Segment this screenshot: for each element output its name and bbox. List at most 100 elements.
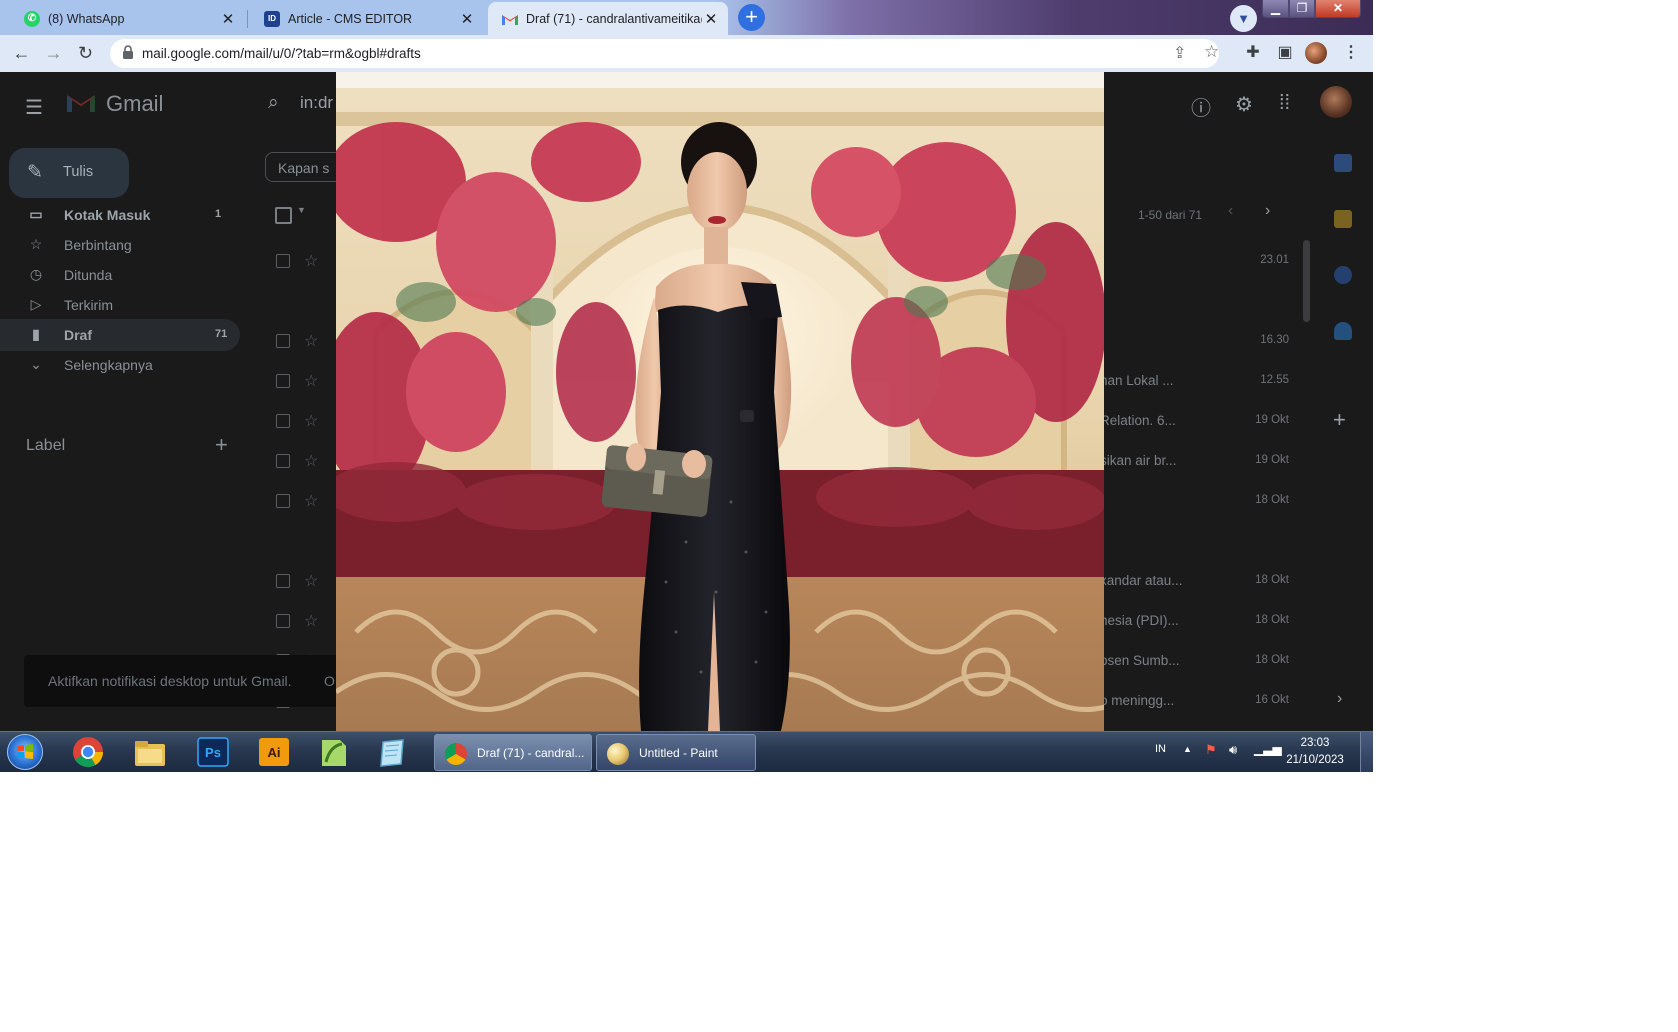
- draft-count: 71: [215, 328, 228, 340]
- star-icon[interactable]: ☆: [304, 451, 318, 471]
- image-preview[interactable]: [336, 72, 1104, 731]
- tab-whatsapp[interactable]: ✆ (8) WhatsApp ✕: [10, 2, 245, 35]
- row-snippet: Relation. 6...: [1100, 413, 1176, 428]
- search-icon[interactable]: ⌕: [268, 92, 279, 114]
- list-scrollbar[interactable]: [1303, 240, 1310, 322]
- desktop-screen: ✆ (8) WhatsApp ✕ ID Article - CMS EDITOR…: [0, 0, 1373, 772]
- star-icon[interactable]: ☆: [304, 491, 318, 511]
- next-page-icon[interactable]: ›: [1265, 202, 1270, 220]
- reload-icon[interactable]: ↻: [72, 40, 99, 67]
- clock-date[interactable]: 21/10/2023: [1280, 754, 1350, 766]
- sidebar-item-drafts[interactable]: ▮ Draf 71: [0, 319, 240, 351]
- taskbar-window-chrome[interactable]: Draf (71) - candral...: [434, 734, 592, 771]
- row-date: 19 Okt: [1255, 454, 1289, 466]
- row-snippet: sikan air br...: [1100, 453, 1177, 468]
- sidebar-item-snoozed[interactable]: ◷ Ditunda: [0, 259, 240, 291]
- sidebar-item-more[interactable]: ⌄ Selengkapnya: [0, 349, 240, 381]
- expand-panel-icon[interactable]: ›: [1337, 690, 1342, 708]
- star-icon[interactable]: ☆: [304, 251, 318, 271]
- input-language-indicator[interactable]: IN: [1155, 743, 1166, 755]
- add-addon-icon[interactable]: +: [1333, 407, 1346, 433]
- new-tab-button[interactable]: +: [738, 4, 765, 31]
- network-signal-icon[interactable]: ▁▃▅: [1254, 742, 1282, 756]
- row-checkbox[interactable]: [276, 334, 290, 348]
- tab-search-chevron-icon[interactable]: ▼: [1230, 5, 1257, 32]
- compose-button[interactable]: ✎ Tulis: [9, 148, 129, 198]
- clock-time[interactable]: 23:03: [1290, 737, 1340, 749]
- show-hidden-icons-icon[interactable]: ▲: [1183, 744, 1192, 754]
- help-icon[interactable]: ⓘ: [1191, 92, 1211, 121]
- side-panel-icon[interactable]: ▣: [1273, 41, 1297, 65]
- show-desktop-button[interactable]: [1360, 732, 1373, 772]
- file-explorer-icon[interactable]: [133, 736, 167, 768]
- star-icon[interactable]: ☆: [304, 411, 318, 431]
- restore-button[interactable]: ❐: [1289, 0, 1315, 18]
- sidebar-item-label: Selengkapnya: [64, 357, 153, 373]
- notepad-plus-icon[interactable]: [316, 736, 350, 768]
- bookmark-star-icon[interactable]: ☆: [1204, 42, 1219, 62]
- close-tab-icon[interactable]: ✕: [458, 10, 476, 28]
- settings-gear-icon[interactable]: ⚙: [1235, 92, 1253, 117]
- minimize-button[interactable]: ▁: [1262, 0, 1289, 18]
- taskbar-window-label: Untitled - Paint: [639, 746, 718, 760]
- tasks-icon[interactable]: [1334, 266, 1352, 284]
- filter-chip[interactable]: Kapan s: [265, 152, 345, 182]
- select-all-checkbox[interactable]: [275, 207, 292, 224]
- sidebar-item-starred[interactable]: ☆ Berbintang: [0, 229, 240, 261]
- account-avatar[interactable]: [1320, 86, 1352, 118]
- search-input[interactable]: in:dr: [300, 93, 333, 113]
- row-checkbox[interactable]: [276, 574, 290, 588]
- previous-page-icon[interactable]: ‹: [1228, 202, 1233, 220]
- row-date: 23.01: [1260, 254, 1289, 266]
- calendar-icon[interactable]: [1334, 154, 1352, 172]
- profile-avatar[interactable]: [1305, 42, 1327, 64]
- close-tab-icon[interactable]: ✕: [702, 10, 720, 28]
- sidebar-item-sent[interactable]: ▷ Terkirim: [0, 289, 240, 321]
- action-center-flag-icon[interactable]: ⚑: [1205, 742, 1217, 758]
- row-checkbox[interactable]: [276, 494, 290, 508]
- row-checkbox[interactable]: [276, 614, 290, 628]
- row-checkbox[interactable]: [276, 254, 290, 268]
- add-label-icon[interactable]: +: [215, 432, 228, 458]
- back-arrow-icon[interactable]: ←: [8, 40, 35, 67]
- sidebar-item-inbox[interactable]: ▭ Kotak Masuk 1: [0, 199, 240, 231]
- share-icon[interactable]: ⇪: [1173, 43, 1186, 63]
- row-checkbox[interactable]: [276, 414, 290, 428]
- row-date: 18 Okt: [1255, 574, 1289, 586]
- windows-taskbar: Ps Ai Draf (71) - candral... Untitled - …: [0, 731, 1373, 772]
- star-icon[interactable]: ☆: [304, 611, 318, 631]
- url-text[interactable]: mail.google.com/mail/u/0/?tab=rm&ogbl#dr…: [142, 46, 421, 61]
- photoshop-icon[interactable]: Ps: [196, 736, 230, 768]
- forward-arrow-icon[interactable]: →: [40, 40, 67, 67]
- contacts-icon[interactable]: [1334, 322, 1352, 340]
- volume-icon[interactable]: 🔊︎: [1229, 742, 1237, 758]
- illustrator-label: Ai: [268, 745, 281, 760]
- labels-heading: Label: [26, 437, 66, 454]
- tab-cms-editor[interactable]: ID Article - CMS EDITOR ✕: [250, 2, 484, 35]
- toast-action-button[interactable]: O: [324, 673, 335, 689]
- close-window-button[interactable]: ✕: [1315, 0, 1361, 18]
- star-icon[interactable]: ☆: [304, 331, 318, 351]
- toast-message: Aktifkan notifikasi desktop untuk Gmail.: [48, 673, 292, 689]
- lock-icon[interactable]: [122, 45, 134, 59]
- row-checkbox[interactable]: [276, 374, 290, 388]
- chrome-icon[interactable]: [71, 736, 105, 768]
- taskbar-window-paint[interactable]: Untitled - Paint: [596, 734, 756, 771]
- row-checkbox[interactable]: [276, 454, 290, 468]
- star-icon[interactable]: ☆: [304, 571, 318, 591]
- select-menu-caret-icon[interactable]: ▼: [297, 205, 306, 215]
- apps-grid-icon[interactable]: ⁞⁞: [1279, 92, 1290, 115]
- main-menu-icon[interactable]: ☰: [25, 95, 43, 120]
- start-button[interactable]: [7, 734, 43, 770]
- close-tab-icon[interactable]: ✕: [219, 10, 237, 28]
- star-icon[interactable]: ☆: [304, 371, 318, 391]
- browser-menu-icon[interactable]: ⋮: [1339, 41, 1363, 65]
- row-date: 16 Okt: [1255, 694, 1289, 706]
- illustrator-icon[interactable]: Ai: [257, 736, 291, 768]
- tab-separator: [247, 10, 248, 28]
- keep-icon[interactable]: [1334, 210, 1352, 228]
- tab-gmail-drafts[interactable]: Draf (71) - candralantivameitika@ ✕: [488, 2, 728, 35]
- notebook-icon[interactable]: [376, 736, 410, 768]
- address-bar[interactable]: mail.google.com/mail/u/0/?tab=rm&ogbl#dr…: [110, 39, 1219, 68]
- extensions-puzzle-icon[interactable]: ✚: [1241, 41, 1265, 65]
